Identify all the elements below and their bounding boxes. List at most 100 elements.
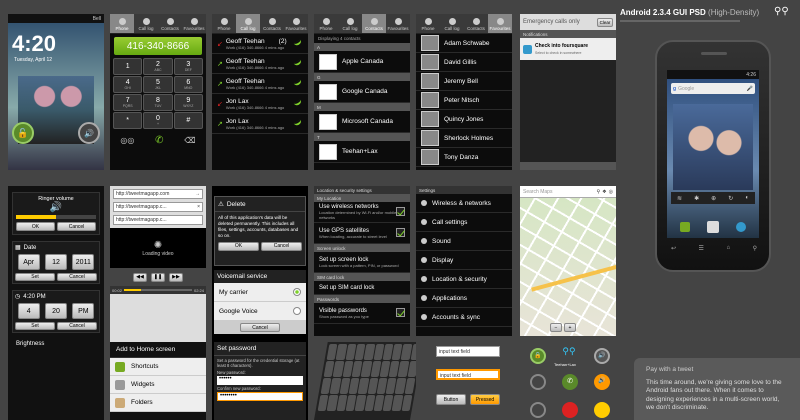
dial-key[interactable]: 1 [113,58,143,75]
search-icon[interactable]: ⚲ [596,189,600,195]
voicemail-icon[interactable]: ◎◎ [120,136,134,145]
tab-phone[interactable]: Phone [314,14,338,33]
clear-button[interactable]: Clear [597,17,613,27]
settings-item[interactable]: Applications [416,289,512,308]
dial-key[interactable]: 5 JKL [143,76,173,93]
call-log-row[interactable]: ↗ Geoff Teehan Work (416) 340-8666 4 mins … [212,54,308,74]
go-arrow-icon[interactable]: → [195,191,200,197]
keyboard-key[interactable] [401,395,413,411]
settings-item[interactable]: Display [416,251,512,270]
add-home-item[interactable]: Folders [110,394,206,412]
month-spinner[interactable]: Apr [17,254,40,270]
brightness-icon[interactable]: ◐ [745,195,749,201]
security-item[interactable]: Use GPS satellites When locating, accurat… [314,223,410,244]
time-cancel-button[interactable]: Cancel [57,322,97,330]
tab-favourites[interactable]: Favourites [386,14,410,33]
menu-key-icon[interactable]: ☰ [699,245,704,252]
seek-track[interactable] [124,289,192,291]
checkbox-checked[interactable] [396,207,405,216]
mic-icon[interactable]: 🎤 [747,86,753,92]
favourite-row[interactable]: Adam Schwabe [416,34,512,53]
dial-key[interactable]: 8 TUV [143,94,173,111]
url-bar-loading[interactable]: http://tweetmagapp.c... [113,215,203,225]
radio-icon[interactable] [293,288,301,296]
tab-favourites[interactable]: Favourites [284,14,308,33]
ringer-cancel-button[interactable]: Cancel [57,222,96,231]
dial-key[interactable]: 0 + [143,112,173,129]
sync-icon[interactable]: ↻ [728,195,733,202]
bluetooth-icon[interactable]: ✱ [694,195,699,202]
date-cancel-button[interactable]: Cancel [57,273,97,281]
pressed-button[interactable]: Pressed [470,394,500,405]
security-item[interactable]: Set up screen lock Lock screen with a pat… [314,252,410,273]
dial-key[interactable]: 3 DEF [173,58,203,75]
new-password-field[interactable]: •••••• [217,376,303,385]
favourite-row[interactable]: Quincy Jones [416,110,512,129]
zoom-out-button[interactable]: − [550,323,562,332]
vibrate-icon[interactable] [594,402,610,418]
google-search-bar[interactable]: g Google 🎤 [671,83,755,94]
lock-outline-icon[interactable] [530,374,546,390]
sound-handle-icon[interactable]: 🔊 [78,122,100,144]
zoom-in-button[interactable]: + [564,323,576,332]
keyboard-key[interactable] [404,378,416,394]
favourite-row[interactable]: Sherlock Holmes [416,129,512,148]
favourite-row[interactable]: David Gillis [416,53,512,72]
settings-item[interactable]: Location & security [416,270,512,289]
tab-call-log[interactable]: Call log [236,14,260,33]
minute-spinner[interactable]: 20 [44,303,67,319]
call-icon[interactable] [293,59,303,67]
voicemail-option[interactable]: Google Voice [214,302,306,321]
contact-row[interactable]: Microsoft Canada [314,111,410,133]
favourite-row[interactable]: Peter Nitsch [416,91,512,110]
voicemail-cancel-button[interactable]: Cancel [240,323,280,332]
tab-contacts[interactable]: Contacts [158,14,182,33]
tab-call-log[interactable]: Call log [338,14,362,33]
call-icon[interactable] [293,39,303,47]
security-item[interactable]: Set up SIM card lock [314,281,410,295]
dial-key[interactable]: # [173,112,203,129]
layers-icon[interactable]: ❖ [602,189,606,195]
checkbox-checked[interactable] [396,308,405,317]
close-icon[interactable]: × [197,204,200,210]
dial-key[interactable]: 2 ABC [143,58,173,75]
dial-key[interactable]: 9 WXYZ [173,94,203,111]
gps-icon[interactable]: ⊕ [711,195,716,202]
lock-small-icon[interactable] [530,402,546,418]
rewind-button[interactable]: ◀◀ [133,272,147,282]
call-log-row[interactable]: ↙ Geoff Teehan (2) Work (416) 340-8666 4 mi… [212,34,308,54]
normal-button[interactable]: Button [436,394,466,405]
search-key-icon[interactable]: ⚲ [753,245,757,252]
call-icon[interactable] [293,79,303,87]
call-log-row[interactable]: ↗ Geoff Teehan Work (416) 340-8666 4 mins … [212,74,308,94]
home-key-icon[interactable]: ⌂ [726,245,730,252]
year-spinner[interactable]: 2011 [72,254,95,270]
tab-phone[interactable]: Phone [416,14,440,33]
dial-key[interactable]: 7 PQRS [113,94,143,111]
call-log-row[interactable]: ↙ Jon Lax Work (416) 340-8666 4 mins ago [212,94,308,114]
phone-decline-icon[interactable] [562,402,578,418]
date-set-button[interactable]: Set [15,273,55,281]
delete-cancel-button[interactable]: Cancel [261,241,302,251]
settings-item[interactable]: Sound [416,232,512,251]
ampm-spinner[interactable]: PM [72,303,95,319]
contact-row[interactable]: Apple Canada [314,51,410,73]
lock-green-icon[interactable]: 🔒 [530,348,546,364]
back-key-icon[interactable]: ↩ [671,245,676,252]
hour-spinner[interactable]: 4 [17,303,40,319]
tab-favourites[interactable]: Favourites [488,14,512,33]
locate-icon[interactable]: ◎ [609,189,613,195]
delete-ok-button[interactable]: OK [218,241,259,251]
add-home-item[interactable]: Shortcuts [110,358,206,376]
call-icon[interactable] [293,119,303,127]
text-input-normal[interactable]: input text field [436,346,500,357]
day-spinner[interactable]: 12 [44,254,67,270]
favourite-row[interactable]: Tony Danza [416,148,512,167]
call-button[interactable]: ✆ [155,135,163,146]
settings-item[interactable]: Accounts & sync [416,308,512,327]
browser-app-icon[interactable] [736,222,747,232]
teehan-logo-icon[interactable]: ⚲⚲ [560,346,578,362]
sound-outline-icon[interactable]: 🔊 [594,374,610,390]
call-log-row[interactable]: ↗ Jon Lax Work (416) 340-8666 4 mins ago [212,114,308,134]
forward-button[interactable]: ▶▶ [169,272,183,282]
